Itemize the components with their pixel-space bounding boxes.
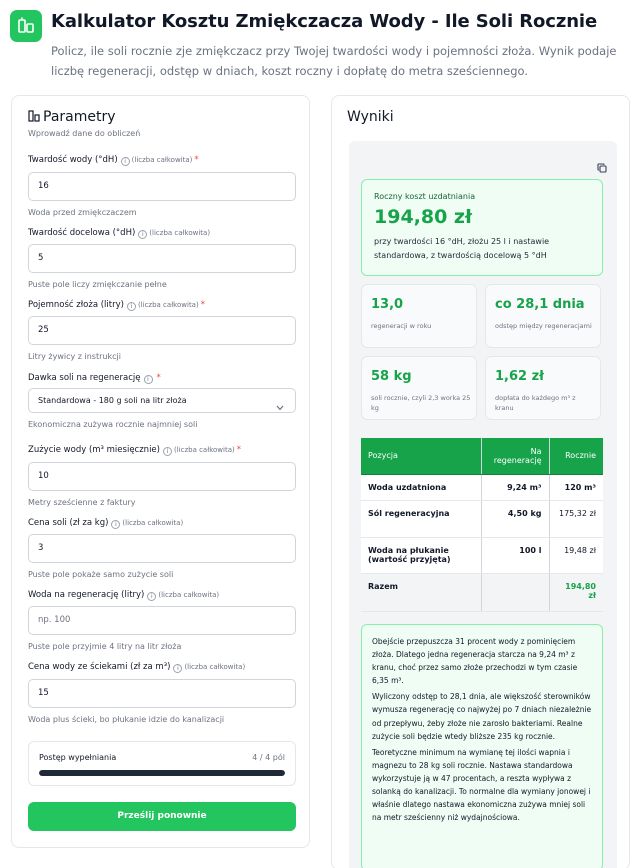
stat-card-surcharge: 1,62 zł dopłata do każdego m³ z kranu — [485, 356, 601, 420]
parameters-panel: Parametry Wprowadź dane do obliczeń Twar… — [11, 95, 310, 848]
info-icon[interactable]: i — [126, 302, 136, 311]
field-label-regen-water: Woda na regenerację (litry) i (liczba całk… — [28, 590, 220, 601]
table-cell: 100 l — [480, 537, 549, 574]
annual-cost-card: Roczny koszt uzdatniania 194,80 zł przy … — [361, 179, 603, 276]
field-label-salt-dose: Dawka soli na regenerację i * — [28, 373, 161, 384]
progress-fill — [39, 770, 285, 776]
params-icon — [28, 110, 40, 126]
table-cell: Razem — [361, 573, 481, 612]
results-heading: Wyniki — [347, 109, 394, 125]
copy-icon[interactable] — [597, 158, 607, 177]
progress-label: Postęp wypełniania — [39, 753, 117, 762]
table-cell: Woda na płukanie (wartość przyjęta) — [361, 537, 481, 574]
table-cell: Woda uzdatniona — [361, 474, 481, 501]
annual-cost-description: przy twardości 16 °dH, złożu 25 l i nast… — [374, 237, 550, 260]
salt-price-input[interactable]: 3 — [28, 534, 296, 563]
page-description: Policz, ile soli rocznie zje zmiękczacz … — [51, 44, 617, 78]
parameters-heading: Parametry — [28, 109, 116, 126]
parameters-subtitle: Wprowadź dane do obliczeń — [28, 129, 141, 138]
table-cell: 19,48 zł — [548, 537, 603, 574]
results-content: Roczny koszt uzdatniania 194,80 zł przy … — [349, 141, 617, 868]
table-total-row: Razem 194,80 zł — [361, 573, 603, 612]
regen-water-input[interactable]: np. 100 — [28, 606, 296, 635]
info-icon[interactable]: i — [143, 375, 153, 384]
water-hardness-input[interactable]: 16 — [28, 172, 296, 201]
note-paragraph: Obejście przepuszcza 31 procent wody z p… — [372, 637, 578, 686]
bed-capacity-input[interactable]: 25 — [28, 316, 296, 345]
info-icon[interactable]: i — [147, 592, 157, 601]
table-header: Na regenerację — [480, 438, 549, 475]
info-icon[interactable]: i — [138, 230, 148, 239]
water-price-input[interactable]: 15 — [28, 679, 296, 708]
note-paragraph: Teoretyczne minimum na wymianę tej ilośc… — [372, 747, 591, 823]
progress-count: 4 / 4 pól — [252, 753, 285, 762]
field-label-water-usage: Zużycie wody (m³ miesięcznie) i (liczba ca… — [28, 445, 241, 456]
table-cell: Sól regeneracyjna — [361, 500, 481, 538]
table-cell — [480, 573, 549, 612]
annual-cost-label: Roczny koszt uzdatniania — [374, 192, 476, 201]
table-cell: 120 m³ — [548, 474, 603, 501]
table-header-row: Pozycja Na regenerację Rocznie — [361, 438, 603, 475]
table-cell: 4,50 kg — [480, 500, 549, 538]
table-header: Rocznie — [548, 438, 603, 475]
progress-bar — [39, 770, 285, 776]
explanation-note: Obejście przepuszcza 31 procent wody z p… — [361, 624, 603, 868]
stat-card-interval: co 28,1 dnia odstęp między regeneracjami — [485, 284, 601, 348]
table-cell: 194,80 zł — [548, 573, 603, 612]
water-usage-input[interactable]: 10 — [28, 462, 296, 491]
table-row: Woda uzdatniona 9,24 m³ 120 m³ — [361, 474, 603, 501]
field-label-water-price: Cena wody ze ściekami (zł za m³) i (liczba… — [28, 662, 246, 673]
info-icon[interactable]: i — [120, 157, 130, 166]
field-help: Litry żywicy z instrukcji — [28, 352, 121, 361]
progress-box: Postęp wypełniania 4 / 4 pól — [28, 741, 296, 786]
table-cell: 175,32 zł — [548, 500, 603, 538]
table-row: Woda na płukanie (wartość przyjęta) 100 … — [361, 537, 603, 574]
info-icon[interactable]: i — [162, 447, 172, 456]
page-title: Kalkulator Kosztu Zmiękczacza Wody - Ile… — [51, 11, 598, 32]
field-help: Puste pole pokaże samo zużycie soli — [28, 570, 174, 579]
table-row: Sól regeneracyjna 4,50 kg 175,32 zł — [361, 500, 603, 538]
field-help: Ekonomiczna zużywa rocznie najmniej soli — [28, 420, 198, 429]
field-help: Metry sześcienne z faktury — [28, 498, 136, 507]
chevron-down-icon — [276, 397, 284, 420]
info-icon[interactable]: i — [111, 520, 121, 529]
results-panel: Wyniki Roczny koszt uzdatniania 194,80 z… — [331, 95, 630, 868]
breakdown-table: Pozycja Na regenerację Rocznie Woda uzda… — [361, 438, 603, 612]
stat-card-regenerations: 13,0 regeneracji w roku — [361, 284, 477, 348]
field-help: Puste pole liczy zmiękczanie pełne — [28, 280, 167, 289]
field-label-target-hardness: Twardość docelowa (°dH) i (liczba całkowit… — [28, 228, 211, 239]
field-label-salt-price: Cena soli (zł za kg) i (liczba całkowita) — [28, 518, 184, 529]
field-label-water-hardness: Twardość wody (°dH) i (liczba całkowita) * — [28, 155, 199, 166]
field-help: Woda plus ścieki, bo płukanie idzie do k… — [28, 715, 225, 724]
field-help: Woda przed zmiękczaczem — [28, 208, 137, 217]
field-help: Puste pole przyjmie 4 litry na litr złoż… — [28, 642, 182, 651]
annual-cost-value: 194,80 zł — [374, 206, 473, 228]
target-hardness-input[interactable]: 5 — [28, 244, 296, 273]
note-paragraph: Wyliczony odstęp to 28,1 dnia, ale więks… — [372, 692, 592, 741]
stat-card-salt: 58 kg soli rocznie, czyli 2,3 worka 25 k… — [361, 356, 477, 420]
salt-dose-select[interactable]: Standardowa - 180 g soli na litr złoża — [28, 388, 296, 413]
table-header: Pozycja — [361, 438, 481, 475]
app-logo-icon — [10, 10, 42, 42]
table-cell: 9,24 m³ — [480, 474, 549, 501]
submit-button[interactable]: Prześlij ponownie — [28, 802, 296, 831]
page-header: Kalkulator Kosztu Zmiękczacza Wody - Ile… — [10, 10, 635, 80]
info-icon[interactable]: i — [173, 664, 183, 673]
field-label-bed-capacity: Pojemność złoża (litry) i (liczba całkowit… — [28, 300, 205, 311]
